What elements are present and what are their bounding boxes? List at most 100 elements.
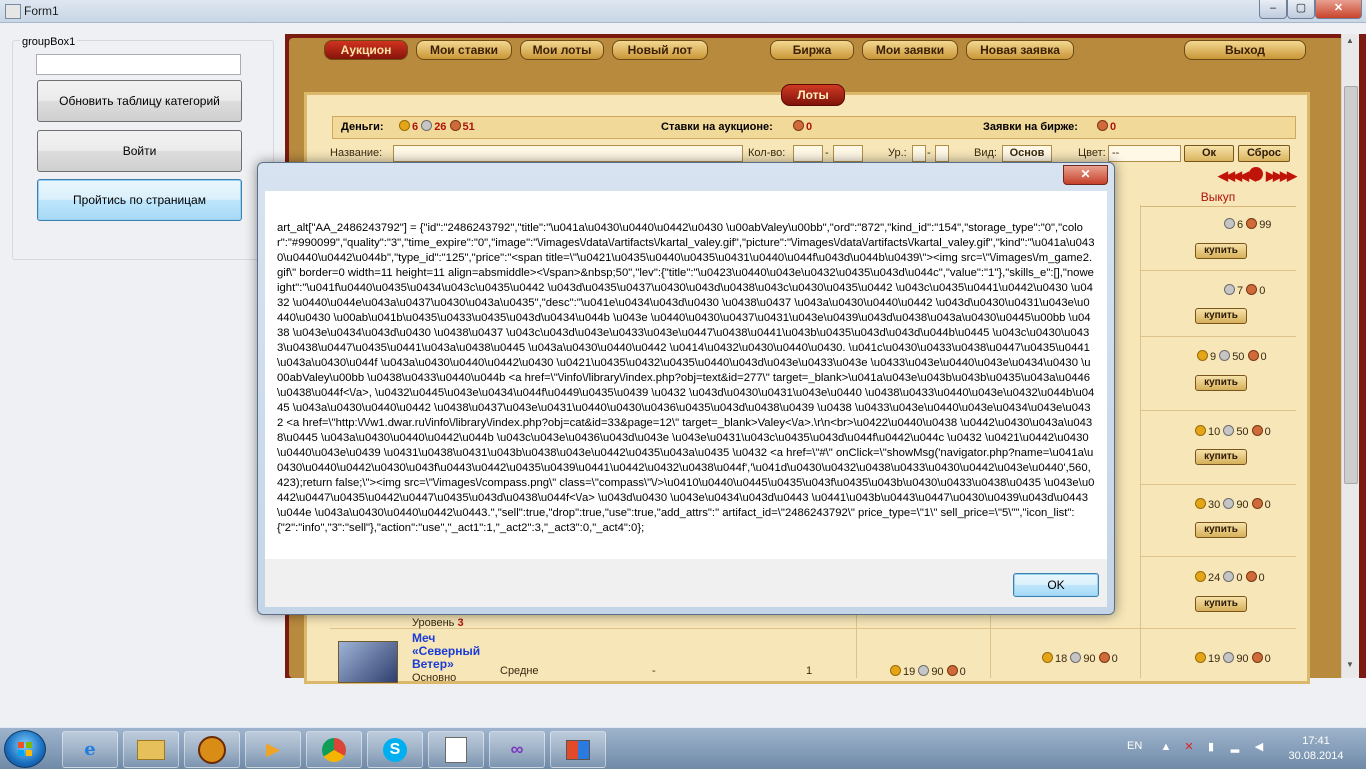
visual-studio-icon[interactable]: ∞	[489, 731, 545, 768]
scroll-thumb[interactable]	[1344, 86, 1358, 484]
row-price: 19 90 0	[890, 665, 966, 678]
buy-button[interactable]: купить	[1195, 375, 1247, 391]
filter-ok-button[interactable]: Ок	[1184, 145, 1234, 162]
gold-coin-icon	[1197, 350, 1208, 361]
price-gold: 19	[1208, 653, 1221, 665]
exchange-value: 0	[1110, 121, 1117, 133]
bronze-coin-icon	[1251, 425, 1263, 436]
price-gold: 10	[1208, 426, 1221, 438]
silver-coin-icon	[1070, 652, 1082, 663]
windows-flag-icon	[18, 742, 32, 756]
money-values: 6 26 51	[399, 117, 475, 138]
maximize-button[interactable]: ▢	[1287, 0, 1315, 19]
money-bar: Деньги: 6 26 51 Ставки на аукционе: 0 За…	[332, 116, 1296, 139]
bronze-coin-icon	[449, 120, 461, 131]
silver-coin-icon	[1224, 284, 1235, 295]
view-select[interactable]: Основ	[1002, 145, 1052, 162]
text-input[interactable]	[36, 54, 241, 75]
nav-exit[interactable]: Выход	[1184, 40, 1306, 60]
scroll-up-arrow-icon[interactable]: ▲	[1344, 36, 1356, 50]
price-gold: 19	[903, 666, 916, 678]
qty-filter-label: Кол-во:	[748, 147, 786, 159]
dialog-content: art_alt["AA_2486243792"] = {"id":"248624…	[265, 191, 1107, 559]
network-error-icon[interactable]: ✕	[1183, 741, 1195, 753]
login-button[interactable]: Войти	[37, 130, 242, 172]
item-level: Уровень 3	[412, 617, 464, 629]
buy-button[interactable]: купить	[1195, 308, 1247, 324]
taskbar: e ▶ S ∞ EN ▲ ✕ ▮ ▂ ◀ 17:41 30.08.2014	[0, 727, 1366, 769]
walk-pages-button[interactable]: Пройтись по страницам	[37, 179, 242, 221]
level-filter-label: Ур.:	[888, 147, 907, 159]
gold-coin-icon	[890, 665, 901, 676]
game-scrollbar[interactable]: ▲ ▼	[1341, 34, 1359, 678]
editor-icon[interactable]	[428, 731, 484, 768]
scroll-down-arrow-icon[interactable]: ▼	[1344, 660, 1356, 674]
media-player-icon[interactable]: ▶	[245, 731, 301, 768]
sword-image[interactable]	[338, 641, 398, 683]
nav-auction[interactable]: Аукцион	[324, 40, 408, 60]
level-label: Уровень	[412, 617, 455, 629]
level-to-input[interactable]	[935, 145, 949, 162]
nav-new-request[interactable]: Новая заявка	[966, 40, 1074, 60]
pager-next-arrows[interactable]: ▶▶▶▶	[1266, 168, 1297, 184]
volume-icon[interactable]: ◀	[1253, 741, 1265, 753]
qty-to-input[interactable]	[833, 145, 863, 162]
filter-reset-button[interactable]: Сброс	[1238, 145, 1290, 162]
pager-current	[1249, 167, 1263, 181]
game-launcher-icon[interactable]	[184, 731, 240, 768]
battery-icon[interactable]: ▮	[1205, 741, 1217, 753]
buy-button[interactable]: купить	[1195, 449, 1247, 465]
bets-value-wrap: 0	[793, 117, 812, 138]
language-indicator[interactable]: EN	[1127, 740, 1142, 752]
gold-coin-icon	[1195, 425, 1206, 436]
app-icon	[5, 4, 21, 19]
bronze-coin-icon	[946, 665, 958, 676]
qty-from-input[interactable]	[793, 145, 823, 162]
ie-icon[interactable]: e	[62, 731, 118, 768]
explorer-icon[interactable]	[123, 731, 179, 768]
row-price: 30 90 0	[1195, 498, 1271, 511]
lots-tab[interactable]: Лоты	[781, 84, 845, 106]
level-from-input[interactable]	[912, 145, 926, 162]
buy-button[interactable]: купить	[1195, 596, 1247, 612]
skype-icon[interactable]: S	[367, 731, 423, 768]
bronze-coin-icon	[1251, 498, 1263, 509]
ok-button[interactable]: OK	[1013, 573, 1099, 597]
nav-my-bets[interactable]: Мои ставки	[416, 40, 512, 60]
name-filter-input[interactable]	[393, 145, 743, 162]
signal-icon[interactable]: ▂	[1229, 741, 1241, 753]
refresh-categories-button[interactable]: Обновить таблицу категорий	[37, 80, 242, 122]
grid-line	[1140, 336, 1296, 337]
money-label: Деньги:	[341, 121, 384, 133]
silver-coin-icon	[1219, 350, 1231, 361]
minimize-button[interactable]: ‒	[1259, 0, 1287, 19]
game-nav: Аукцион Мои ставки Мои лоты Новый лот Би…	[324, 40, 1324, 60]
price-silver: 0	[1236, 572, 1243, 584]
nav-exchange[interactable]: Биржа	[770, 40, 854, 60]
message-box: ✕ art_alt["AA_2486243792"] = {"id":"2486…	[257, 162, 1115, 615]
groupbox-label: groupBox1	[20, 36, 78, 48]
nav-my-requests[interactable]: Мои заявки	[862, 40, 958, 60]
grid-line	[1140, 205, 1141, 678]
price-bronze: 0	[1111, 653, 1118, 665]
tray-arrow-icon[interactable]: ▲	[1160, 741, 1172, 753]
pager-prev-arrows[interactable]: ◀◀◀◀◀	[1218, 168, 1256, 184]
buy-button[interactable]: купить	[1195, 243, 1247, 259]
start-button[interactable]	[4, 730, 46, 768]
system-clock[interactable]: 17:41 30.08.2014	[1276, 734, 1356, 764]
item-name-link[interactable]: Меч «Северный Ветер»	[412, 632, 492, 671]
form-app-icon[interactable]	[550, 731, 606, 768]
nav-my-lots[interactable]: Мои лоты	[520, 40, 604, 60]
bronze-coin-icon	[793, 120, 804, 131]
nav-new-lot[interactable]: Новый лот	[612, 40, 708, 60]
chrome-icon[interactable]	[306, 731, 362, 768]
item-dash: -	[652, 665, 656, 677]
dialog-close-button[interactable]: ✕	[1063, 165, 1108, 185]
color-select[interactable]: --	[1108, 145, 1181, 162]
buyout-header: Выкуп	[1140, 190, 1296, 207]
row-price: 24 0 0	[1195, 571, 1265, 584]
close-button[interactable]: ✕	[1315, 0, 1362, 19]
window-title: Form1	[24, 4, 59, 18]
bronze-coin-icon	[1098, 652, 1110, 663]
buy-button[interactable]: купить	[1195, 522, 1247, 538]
